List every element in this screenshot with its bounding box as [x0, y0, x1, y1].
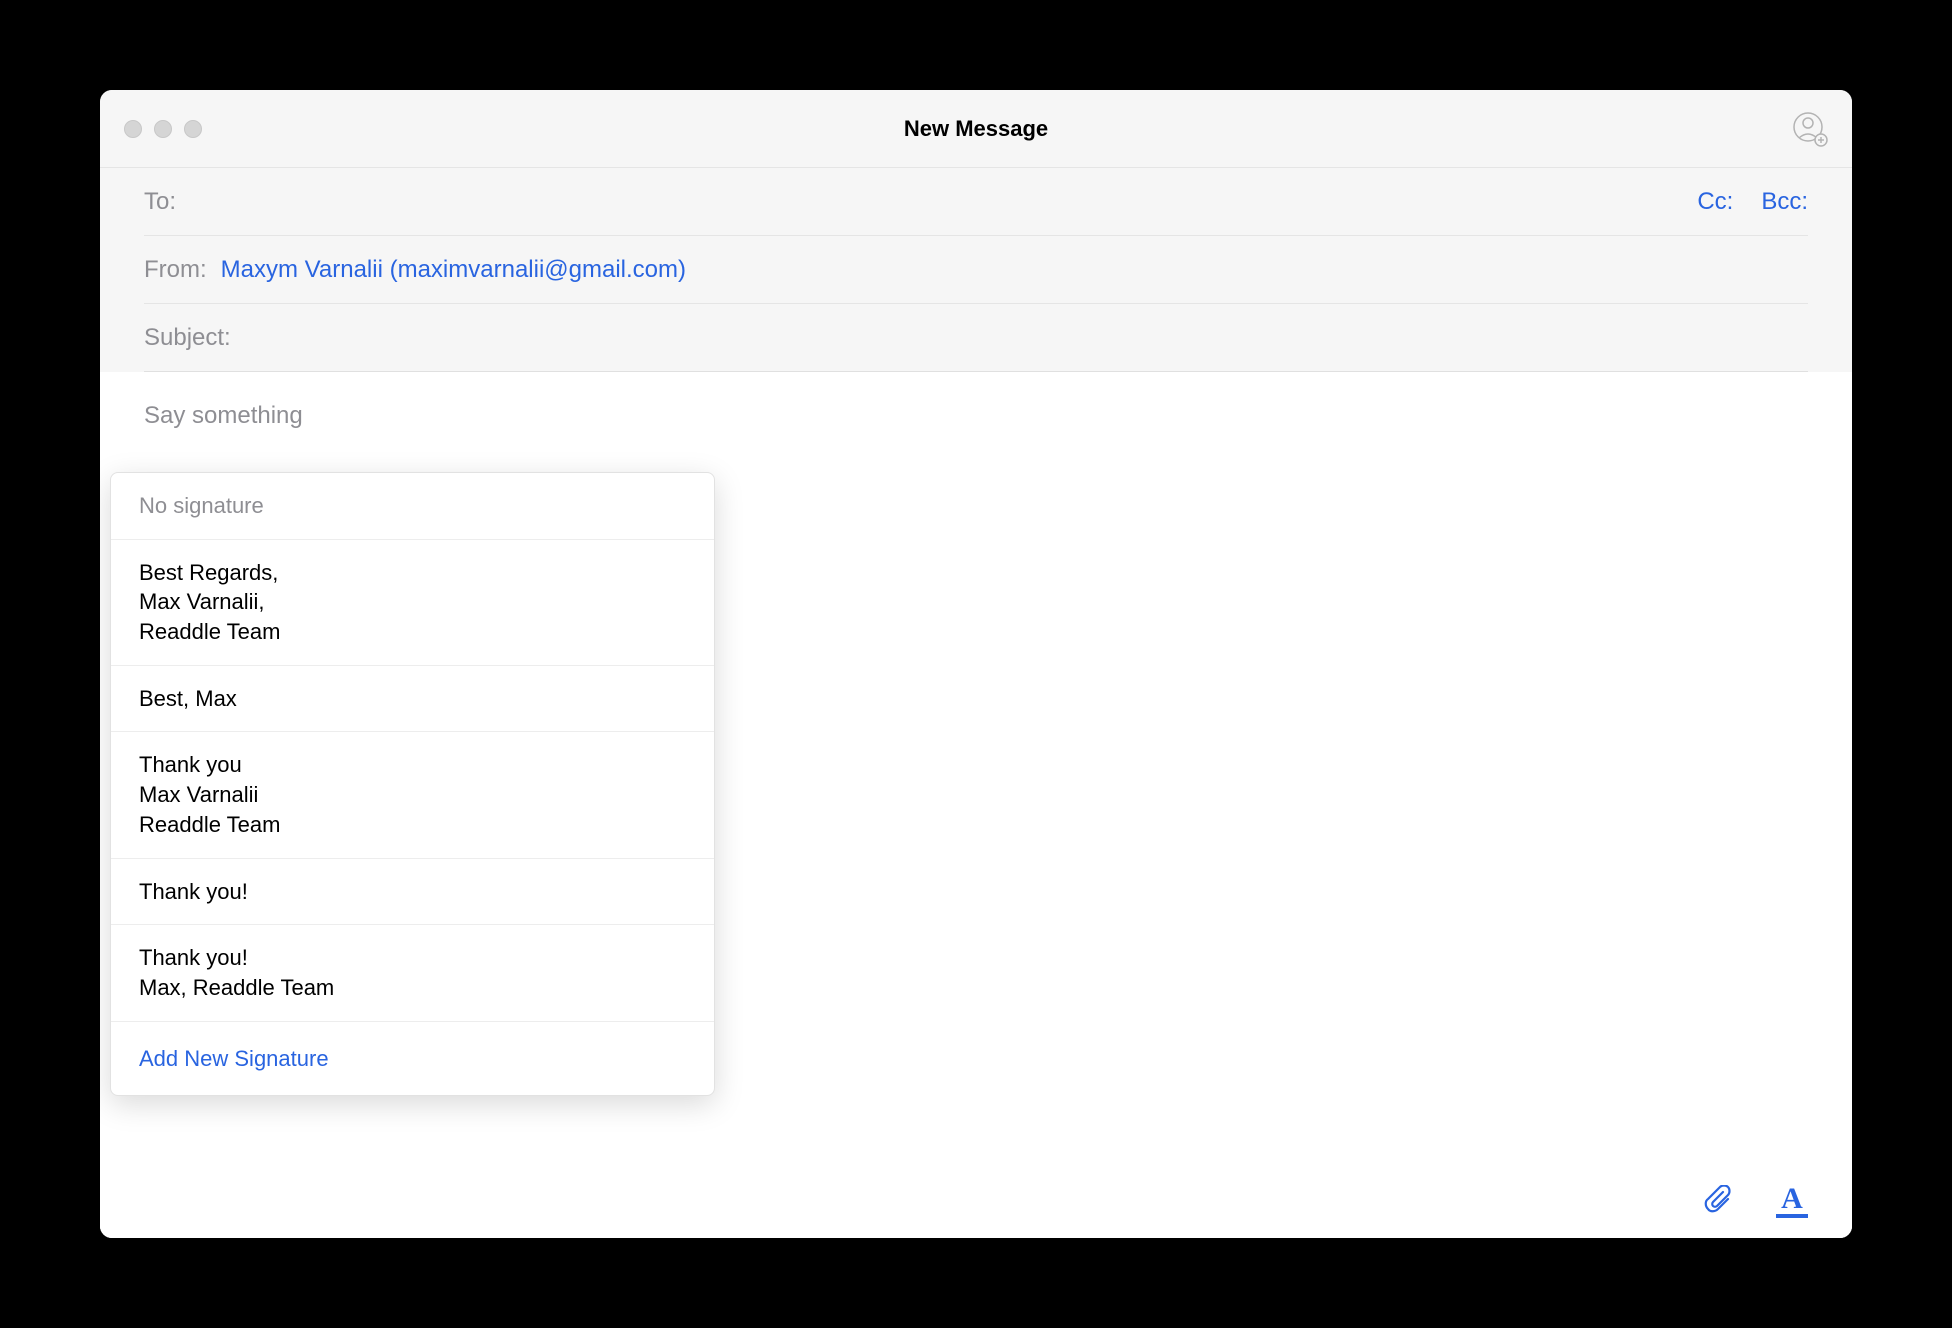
- message-body[interactable]: Say something No signature Best Regards,…: [100, 372, 1852, 1238]
- attachment-icon[interactable]: [1704, 1185, 1736, 1217]
- close-window-button[interactable]: [124, 120, 142, 138]
- add-contact-icon[interactable]: [1792, 111, 1828, 147]
- format-letter: A: [1781, 1185, 1803, 1212]
- cc-bcc-toggle: Cc: Bcc:: [1697, 188, 1808, 216]
- from-field-row[interactable]: From: Maxym Varnalii (maximvarnalii@gmai…: [144, 236, 1808, 304]
- to-field-row: To: Cc: Bcc:: [144, 168, 1808, 236]
- compose-toolbar: A: [100, 1164, 1852, 1238]
- format-underline: [1776, 1214, 1808, 1218]
- window-title: New Message: [904, 116, 1048, 142]
- subject-field-row: Subject:: [144, 304, 1808, 372]
- bcc-button[interactable]: Bcc:: [1761, 188, 1808, 216]
- from-label: From:: [144, 256, 207, 284]
- format-text-icon[interactable]: A: [1776, 1185, 1808, 1218]
- compose-window: New Message To: Cc: Bcc: From: Maxym Var…: [100, 90, 1852, 1238]
- signature-option[interactable]: Best Regards, Max Varnalii, Readdle Team: [111, 540, 714, 666]
- traffic-lights: [124, 120, 202, 138]
- to-label: To:: [144, 188, 176, 216]
- cc-button[interactable]: Cc:: [1697, 188, 1733, 216]
- signature-option[interactable]: Thank you! Max, Readdle Team: [111, 925, 714, 1020]
- from-value: Maxym Varnalii (maximvarnalii@gmail.com): [221, 256, 1808, 284]
- maximize-window-button[interactable]: [184, 120, 202, 138]
- signature-option[interactable]: Thank you Max Varnalii Readdle Team: [111, 732, 714, 858]
- titlebar: New Message: [100, 90, 1852, 168]
- header-fields: To: Cc: Bcc: From: Maxym Varnalii (maxim…: [100, 168, 1852, 372]
- minimize-window-button[interactable]: [154, 120, 172, 138]
- to-input[interactable]: [190, 188, 1697, 216]
- signature-popup: No signature Best Regards, Max Varnalii,…: [110, 472, 715, 1096]
- body-placeholder: Say something: [144, 402, 1808, 430]
- signature-option[interactable]: Best, Max: [111, 666, 714, 733]
- subject-input[interactable]: [245, 324, 1808, 352]
- signature-option[interactable]: Thank you!: [111, 859, 714, 926]
- subject-label: Subject:: [144, 324, 231, 352]
- add-new-signature-button[interactable]: Add New Signature: [111, 1021, 714, 1096]
- signature-option-none[interactable]: No signature: [111, 473, 714, 540]
